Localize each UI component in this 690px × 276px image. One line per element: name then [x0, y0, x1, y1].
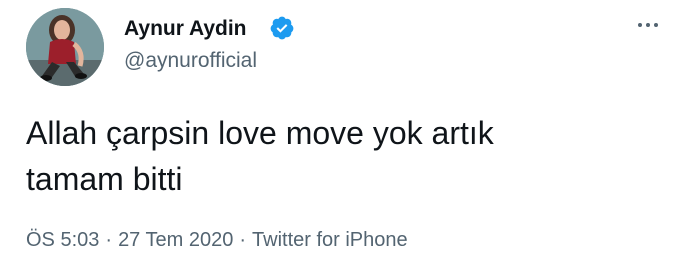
more-dot	[638, 23, 642, 27]
avatar[interactable]	[26, 8, 104, 86]
more-options-icon[interactable]	[628, 10, 668, 40]
more-dot	[646, 23, 650, 27]
tweet-text: Allah çarpsin love move yok artık tamam …	[26, 110, 646, 202]
tweet-time-link[interactable]: ÖS 5:03	[26, 229, 99, 251]
more-dot	[654, 23, 658, 27]
tweet-card: Aynur Aydin @aynurofficial Allah çarpsin…	[0, 0, 690, 276]
tweet-text-line: Allah çarpsin love move yok artık	[26, 115, 494, 151]
verified-badge-icon	[270, 16, 294, 40]
handle[interactable]: @aynurofficial	[124, 48, 257, 74]
meta-separator: ·	[105, 229, 113, 251]
tweet-date-link[interactable]: 27 Tem 2020	[118, 229, 233, 251]
tweet-meta: ÖS 5:03 · 27 Tem 2020 · Twitter for iPhone	[26, 226, 408, 254]
meta-separator: ·	[239, 229, 247, 251]
tweet-source-link[interactable]: Twitter for iPhone	[252, 229, 408, 251]
display-name[interactable]: Aynur Aydin	[124, 16, 247, 42]
tweet-text-line: tamam bitti	[26, 161, 183, 197]
